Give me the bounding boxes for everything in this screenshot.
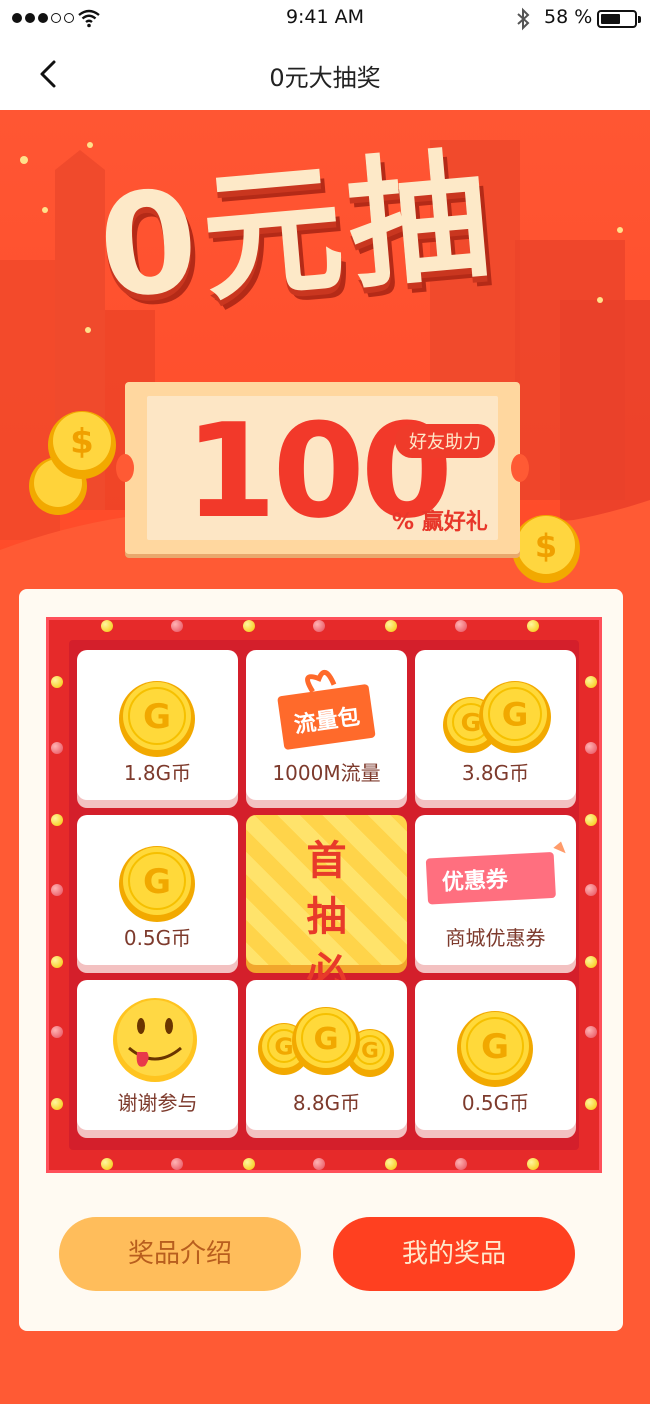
light-bulb-decoration bbox=[585, 1026, 597, 1038]
light-bulb-decoration bbox=[243, 1158, 255, 1170]
svg-text:G: G bbox=[361, 1039, 379, 1064]
light-bulb-decoration bbox=[385, 620, 397, 632]
page-title: 0元大抽奖 bbox=[269, 64, 381, 92]
coin-decoration-right: $ bbox=[512, 515, 580, 583]
svg-text:G: G bbox=[502, 696, 529, 734]
svg-text:G: G bbox=[143, 697, 171, 737]
svg-text:$: $ bbox=[535, 527, 557, 565]
my-prizes-button[interactable]: 我的奖品 bbox=[333, 1217, 575, 1291]
light-bulb-decoration bbox=[171, 1158, 183, 1170]
three-coins-icon: G GG bbox=[258, 1007, 394, 1077]
light-bulb-decoration bbox=[101, 620, 113, 632]
svg-text:$: $ bbox=[70, 422, 94, 462]
light-bulb-decoration bbox=[51, 1026, 63, 1038]
svg-text:G: G bbox=[481, 1027, 509, 1067]
status-bar: 9:41 AM 58 % bbox=[0, 0, 650, 38]
light-bulb-decoration bbox=[585, 884, 597, 896]
light-bulb-decoration bbox=[455, 620, 467, 632]
prize-label: 谢谢参与 bbox=[117, 1091, 198, 1115]
hero-title: 0元抽 bbox=[92, 133, 501, 331]
light-bulb-decoration bbox=[585, 1098, 597, 1110]
prize-cell[interactable]: G 1.8G币 bbox=[77, 650, 238, 800]
data-package-icon: 流量包 bbox=[277, 669, 376, 750]
prize-label: 0.5G币 bbox=[461, 1091, 530, 1115]
light-bulb-decoration bbox=[585, 956, 597, 968]
prize-cell[interactable]: G G 3.8G币 bbox=[415, 650, 576, 800]
light-bulb-decoration bbox=[385, 1158, 397, 1170]
bluetooth-icon bbox=[517, 7, 530, 31]
light-bulb-decoration bbox=[51, 1098, 63, 1110]
light-bulb-decoration bbox=[527, 1158, 539, 1170]
prize-cell[interactable]: G 0.5G币 bbox=[77, 815, 238, 965]
light-bulb-decoration bbox=[455, 1158, 467, 1170]
svg-text:G: G bbox=[313, 1022, 338, 1057]
prize-label: 0.5G币 bbox=[123, 926, 192, 950]
prize-cell[interactable]: G G G 8.8G币 bbox=[246, 980, 407, 1130]
promo-ticket: 100 好友助力 % 赢好礼 bbox=[116, 382, 529, 554]
light-bulb-decoration bbox=[51, 742, 63, 754]
prize-label: 1.8G币 bbox=[123, 761, 192, 785]
svg-text:G: G bbox=[274, 1032, 293, 1060]
prize-label: 3.8G币 bbox=[461, 761, 530, 785]
two-coins-icon: GG bbox=[443, 681, 551, 753]
light-bulb-decoration bbox=[585, 742, 597, 754]
light-bulb-decoration bbox=[243, 620, 255, 632]
prize-cell[interactable]: G 0.5G币 bbox=[415, 980, 576, 1130]
light-bulb-decoration bbox=[585, 814, 597, 826]
light-bulb-decoration bbox=[101, 1158, 113, 1170]
light-bulb-decoration bbox=[585, 676, 597, 688]
smiley-tongue-icon bbox=[113, 998, 197, 1082]
lottery-board: G1.8G币流量包1000M流量GG3.8G币G0.5G币首 抽必 中优惠券商城… bbox=[46, 617, 602, 1173]
coin-icon: G bbox=[119, 846, 195, 922]
light-bulb-decoration bbox=[51, 884, 63, 896]
coupon-icon: 优惠券 bbox=[425, 841, 566, 905]
prize-label: 商城优惠券 bbox=[445, 926, 546, 950]
light-bulb-decoration bbox=[171, 620, 183, 632]
svg-text:优惠券: 优惠券 bbox=[441, 866, 509, 895]
prize-label: 8.8G币 bbox=[292, 1091, 361, 1115]
prize-cell[interactable]: 流量包 1000M流量 bbox=[246, 650, 407, 800]
friend-assist-badge: 好友助力 bbox=[395, 424, 495, 458]
battery-percent: 58 % bbox=[544, 6, 593, 28]
light-bulb-decoration bbox=[51, 814, 63, 826]
light-bulb-decoration bbox=[51, 676, 63, 688]
light-bulb-decoration bbox=[313, 1158, 325, 1170]
light-bulb-decoration bbox=[313, 620, 325, 632]
light-bulb-decoration bbox=[51, 956, 63, 968]
battery-icon bbox=[597, 10, 641, 28]
prize-cell[interactable]: 优惠券商城优惠券 bbox=[415, 815, 576, 965]
draw-button[interactable]: 首 抽必 中 bbox=[246, 815, 407, 1052]
coin-icon: G bbox=[457, 1011, 533, 1087]
navigation-bar: 0元大抽奖 bbox=[0, 38, 650, 110]
svg-text:G: G bbox=[461, 708, 482, 737]
coin-icon: G bbox=[119, 681, 195, 757]
prize-intro-button[interactable]: 奖品介绍 bbox=[59, 1217, 301, 1291]
prize-cell[interactable]: 谢谢参与 bbox=[77, 980, 238, 1130]
lottery-grid: G1.8G币流量包1000M流量GG3.8G币G0.5G币首 抽必 中优惠券商城… bbox=[69, 640, 579, 1150]
svg-text:G: G bbox=[143, 862, 171, 902]
promo-subtitle: % 赢好礼 bbox=[392, 510, 488, 535]
prize-label: 1000M流量 bbox=[272, 761, 381, 785]
light-bulb-decoration bbox=[527, 620, 539, 632]
hero-banner: $ $ 0元抽 100 好友助力 % 赢好礼 bbox=[0, 110, 650, 610]
